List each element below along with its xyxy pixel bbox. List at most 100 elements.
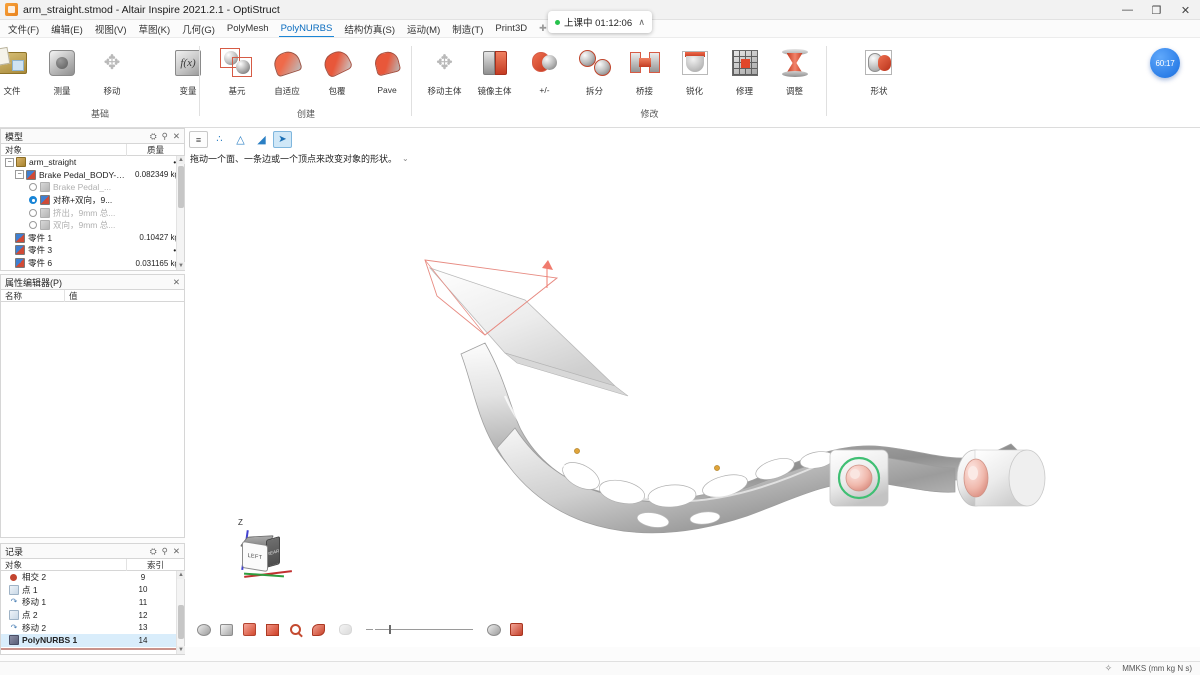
search-icon[interactable]: ⚲ (162, 131, 168, 142)
menu-file[interactable]: 文件(F) (2, 20, 45, 38)
expander-icon[interactable]: − (5, 157, 14, 167)
filter-icon[interactable]: ⛭ (150, 546, 157, 557)
viewcube-face-left[interactable]: LEFT (242, 540, 268, 573)
feature-radio[interactable] (29, 183, 37, 192)
tree-row-part-3[interactable]: 零件 3 •• (1, 244, 184, 257)
menu-geometry[interactable]: 几何(G) (176, 20, 221, 38)
ribbon-label-shape: 形状 (870, 86, 888, 96)
menu-edit[interactable]: 编辑(E) (45, 20, 89, 38)
menu-motion[interactable]: 运动(M) (401, 20, 446, 38)
ribbon-button-primitive[interactable]: 基元 (212, 38, 262, 97)
explode-slider[interactable] (366, 625, 473, 634)
ribbon-label-repair: 修理 (735, 86, 753, 96)
ribbon-label-wrap: 包覆 (328, 86, 346, 96)
history-row-move-1[interactable]: ↷ 移动 1 11 (1, 596, 184, 609)
model-panel-scrollbar[interactable]: ▲ ▼ (176, 156, 185, 270)
scroll-down-arrow[interactable]: ▼ (177, 646, 185, 654)
history-row-polynurbs-1[interactable]: PolyNURBS 1 14 (1, 633, 184, 647)
close-icon[interactable]: ✕ (173, 546, 180, 557)
settings-icon[interactable]: ✧ (1105, 663, 1113, 674)
view-pan-icon[interactable] (218, 622, 235, 637)
model-geometry[interactable] (185, 128, 1200, 647)
ribbon-button-shape[interactable]: 形状 (854, 38, 904, 97)
scroll-up-arrow[interactable]: ▲ (177, 156, 185, 164)
zoom-icon[interactable] (287, 622, 304, 638)
close-icon[interactable]: ✕ (173, 277, 180, 288)
add-remove-icon (526, 44, 564, 82)
scroll-down-arrow[interactable]: ▼ (177, 262, 185, 270)
ribbon-button-move-body[interactable]: ✥ 移动主体 (420, 38, 470, 97)
view-axes-icon[interactable] (241, 622, 258, 637)
ribbon-button-mirror-body[interactable]: 镜像主体 (470, 38, 520, 97)
ribbon-button-split[interactable]: 拆分 (570, 38, 620, 97)
primitive-icon (218, 44, 256, 82)
ribbon-button-wrap[interactable]: 包覆 (312, 38, 362, 97)
close-button[interactable]: ✕ (1171, 0, 1200, 20)
view-orientation-cube[interactable]: Z REAR LEFT (228, 518, 298, 590)
scroll-up-arrow[interactable]: ▲ (177, 571, 185, 579)
feature-radio-selected[interactable] (29, 196, 37, 205)
shape-icon (860, 44, 898, 82)
ribbon-button-move[interactable]: ✥ 移动 (87, 38, 137, 97)
search-icon[interactable]: ⚲ (162, 546, 168, 557)
ribbon-label-variable: 变量 (179, 86, 197, 96)
render-icon[interactable] (485, 622, 502, 637)
ribbon-button-bridge[interactable]: 桥接 (620, 38, 670, 97)
expander-icon[interactable]: − (15, 170, 24, 180)
tree-row-bidirectional[interactable]: 双向，9mm 总... (1, 219, 184, 232)
scroll-thumb[interactable] (178, 605, 184, 639)
ribbon-button-adjust[interactable]: 调整 (770, 38, 820, 97)
tree-row-arm-straight[interactable]: − arm_straight •• (1, 156, 184, 169)
filter-icon[interactable]: ⛭ (150, 131, 157, 142)
menu-view[interactable]: 视图(V) (89, 20, 133, 38)
menu-structural-simulation[interactable]: 结构仿真(S) (338, 20, 401, 38)
history-row-move-2[interactable]: ↷ 移动 2 13 (1, 621, 184, 634)
history-row-point-1[interactable]: 点 1 10 (1, 584, 184, 597)
ribbon-button-pave[interactable]: Pave (362, 38, 412, 95)
tree-row-symmetric-bidirectional[interactable]: 对称+双向，9... (1, 194, 184, 207)
history-panel-scrollbar[interactable]: ▲ ▼ (176, 571, 185, 654)
viewcube-body[interactable]: REAR LEFT (239, 535, 280, 573)
menu-sketch[interactable]: 草图(K) (132, 20, 176, 38)
adaptive-icon (268, 44, 306, 82)
tree-label: 挤出，9mm 总... (53, 207, 116, 218)
minimize-button[interactable]: — (1113, 0, 1142, 20)
ribbon-button-file[interactable]: 文件 (0, 38, 37, 97)
tree-row-brake-pedal-feature[interactable]: Brake Pedal_... (1, 181, 184, 194)
tree-row-brake-pedal-body[interactable]: − Brake Pedal_BODY-4... 0.082349 kg (1, 169, 184, 182)
menu-manufacture[interactable]: 制造(T) (446, 20, 489, 38)
menu-polymesh[interactable]: PolyMesh (221, 21, 275, 36)
section-icon[interactable] (310, 622, 327, 637)
restore-button[interactable]: ❐ (1142, 0, 1171, 20)
feature-radio[interactable] (29, 221, 37, 230)
timer-bubble[interactable]: 60:17 (1150, 48, 1180, 78)
transparency-icon[interactable] (337, 622, 354, 637)
chevron-up-icon[interactable]: ∧ (638, 17, 645, 28)
view-fit-icon[interactable] (264, 622, 281, 637)
material-icon[interactable] (508, 622, 525, 637)
close-icon[interactable]: ✕ (173, 131, 180, 142)
tree-row-part-6[interactable]: 零件 6 0.031165 kg (1, 257, 184, 269)
units-label[interactable]: MMKS (mm kg N s) (1122, 664, 1192, 673)
viewport-3d[interactable]: ≡ ∴ △ ◢ ➤ 拖动一个面、一条边或一个顶点来改变对象的形状。 ⌄ Z RE… (185, 128, 1200, 647)
view-rotate-icon[interactable] (195, 622, 212, 637)
ribbon-button-add-remove[interactable]: +/- (520, 38, 570, 95)
menu-polynurbs[interactable]: PolyNURBS (275, 21, 339, 37)
ribbon-button-sharpen[interactable]: 锐化 (670, 38, 720, 97)
viewcube-face-rear[interactable]: REAR (266, 535, 280, 569)
ribbon-label-adaptive: 自适应 (274, 86, 300, 96)
part-icon (40, 195, 50, 206)
ribbon-button-adaptive[interactable]: 自适应 (262, 38, 312, 97)
slider-track[interactable] (375, 625, 473, 634)
menu-print3d[interactable]: Print3D (489, 21, 533, 36)
tree-row-extrude[interactable]: 挤出，9mm 总... (1, 206, 184, 219)
ribbon-button-repair[interactable]: 修理 (720, 38, 770, 97)
ribbon-button-measure[interactable]: 测量 (37, 38, 87, 97)
history-row-point-2[interactable]: 点 2 12 (1, 609, 184, 622)
slider-knob[interactable] (389, 625, 391, 634)
class-recording-pill[interactable]: 上课中 01:12:06 ∧ (548, 11, 652, 33)
tree-row-part-1[interactable]: 零件 1 0.10427 kg (1, 232, 184, 245)
feature-radio[interactable] (29, 208, 37, 217)
scroll-thumb[interactable] (178, 166, 184, 208)
history-row-intersect-2[interactable]: 相交 2 9 (1, 571, 184, 584)
